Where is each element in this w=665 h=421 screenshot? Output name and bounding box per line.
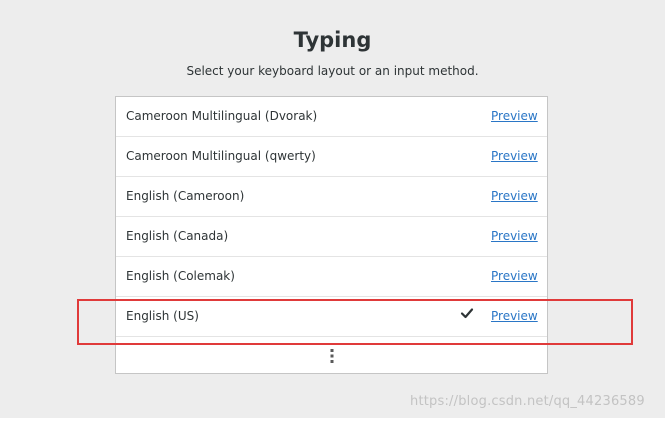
watermark: https://blog.csdn.net/qq_44236589 xyxy=(410,394,645,409)
more-layouts-button[interactable] xyxy=(321,347,343,365)
layout-label: English (Canada) xyxy=(126,229,229,243)
layout-row-english-canada[interactable]: English (Canada) Preview xyxy=(116,217,547,257)
layout-row-english-cameroon[interactable]: English (Cameroon) Preview xyxy=(116,177,547,217)
layout-row-english-colemak[interactable]: English (Colemak) Preview xyxy=(116,257,547,297)
layout-label: English (Cameroon) xyxy=(126,189,245,203)
layout-row-cameroon-dvorak[interactable]: Cameroon Multilingual (Dvorak) Preview xyxy=(116,97,547,137)
annotation-highlight-box xyxy=(77,299,633,345)
vertical-ellipsis-icon xyxy=(330,349,334,363)
page-title: Typing xyxy=(293,28,372,52)
layout-label: Cameroon Multilingual (qwerty) xyxy=(126,149,316,163)
preview-link[interactable]: Preview xyxy=(491,229,538,243)
layout-row-cameroon-qwerty[interactable]: Cameroon Multilingual (qwerty) Preview xyxy=(116,137,547,177)
page-subtitle: Select your keyboard layout or an input … xyxy=(186,64,479,78)
preview-link[interactable]: Preview xyxy=(491,269,538,283)
layout-label: English (Colemak) xyxy=(126,269,235,283)
layout-label: Cameroon Multilingual (Dvorak) xyxy=(126,109,318,123)
preview-link[interactable]: Preview xyxy=(491,109,538,123)
preview-link[interactable]: Preview xyxy=(491,149,538,163)
preview-link[interactable]: Preview xyxy=(491,189,538,203)
